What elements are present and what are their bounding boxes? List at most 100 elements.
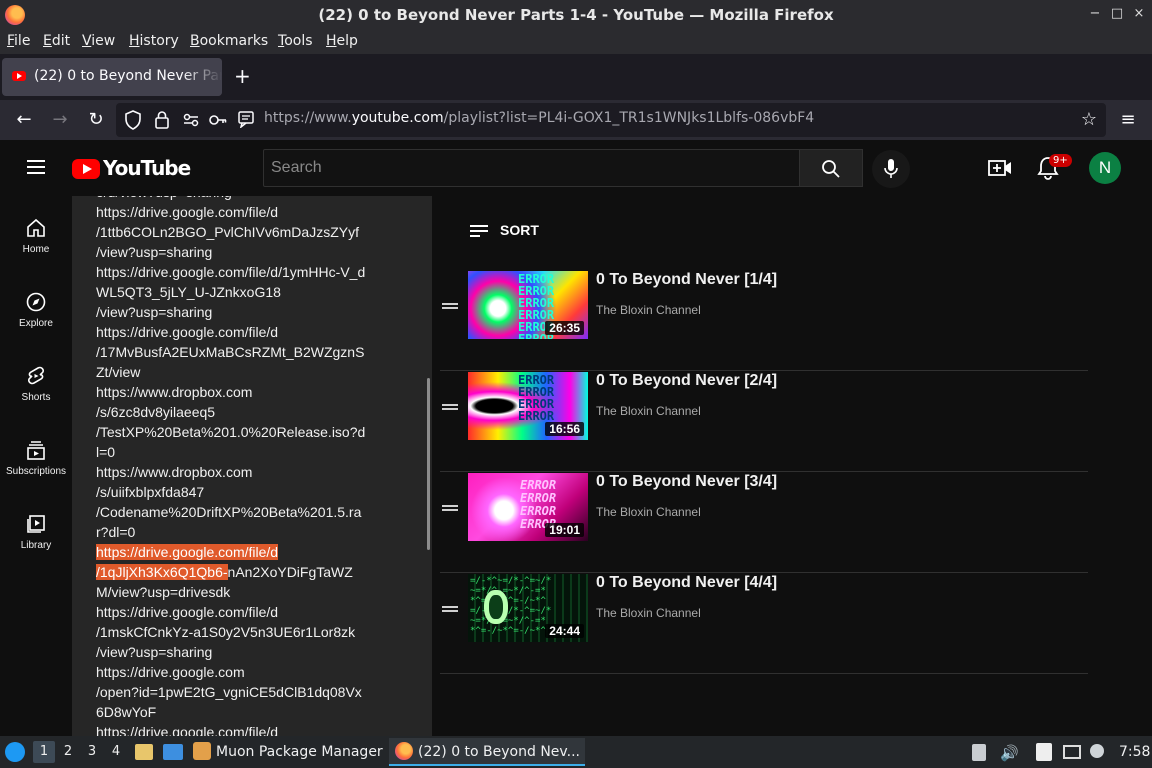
- task-firefox[interactable]: (22) 0 to Beyond Nev...: [389, 738, 585, 766]
- menu-edit[interactable]: Edit: [43, 33, 70, 49]
- lock-icon[interactable]: [154, 110, 170, 130]
- close-icon[interactable]: ×: [1130, 5, 1148, 23]
- clipboard-icon[interactable]: [972, 744, 986, 761]
- volume-icon[interactable]: 🔊: [1000, 744, 1019, 762]
- video-thumbnail[interactable]: ERROR ERROR ERROR ERROR 16:56: [468, 372, 588, 440]
- permissions-icon[interactable]: [182, 111, 200, 129]
- updates-icon[interactable]: [1090, 744, 1104, 758]
- youtube-header: YouTube Search 9+ N: [0, 140, 1152, 196]
- drag-handle-icon[interactable]: [442, 404, 458, 406]
- guide-menu-icon[interactable]: [27, 160, 45, 162]
- forward-icon[interactable]: →: [49, 109, 71, 130]
- video-title[interactable]: 0 To Beyond Never [1/4]: [596, 271, 777, 289]
- drag-handle-icon[interactable]: [442, 303, 458, 305]
- youtube-logo-text[interactable]: YouTube: [103, 156, 191, 180]
- subscriptions-icon: [27, 441, 45, 460]
- video-channel[interactable]: The Bloxin Channel: [596, 606, 701, 620]
- search-icon: [822, 160, 840, 178]
- menu-file[interactable]: File: [7, 33, 30, 49]
- reload-icon[interactable]: ↻: [85, 109, 107, 130]
- app-menu-icon[interactable]: ≡: [1117, 109, 1139, 130]
- shield-icon[interactable]: [124, 110, 142, 130]
- navigation-bar: ← → ↻ https://www.youtube.com/playlist?l…: [0, 100, 1152, 140]
- video-duration: 19:01: [545, 523, 584, 537]
- menu-history[interactable]: History: [129, 33, 179, 49]
- drag-handle-icon[interactable]: [442, 606, 458, 608]
- window-titlebar: (22) 0 to Beyond Never Parts 1-4 - YouTu…: [0, 0, 1152, 30]
- guide-label-library: Library: [20, 540, 52, 551]
- drag-handle-icon[interactable]: [442, 505, 458, 507]
- menu-help[interactable]: Help: [326, 33, 358, 49]
- file-manager-icon[interactable]: [135, 744, 153, 760]
- guide-item-shorts[interactable]: Shorts: [0, 366, 72, 403]
- desktop-1[interactable]: 1: [33, 741, 55, 763]
- description-text: o/d/view?usp=sharing https://drive.googl…: [96, 196, 366, 540]
- guide-item-subscriptions[interactable]: Subscriptions: [0, 440, 72, 477]
- compass-icon: [26, 292, 46, 312]
- application-launcher-icon[interactable]: [5, 742, 25, 762]
- url-scheme: https://www.: [264, 110, 352, 126]
- maximize-icon[interactable]: □: [1108, 5, 1126, 23]
- video-thumbnail[interactable]: ERROR ERROR ERROR ERROR ERROR ERROR 26:35: [468, 271, 588, 339]
- youtube-favicon-icon: [12, 71, 26, 81]
- page-info-icon[interactable]: [237, 110, 255, 128]
- network-icon[interactable]: [1063, 745, 1081, 759]
- video-title[interactable]: 0 To Beyond Never [4/4]: [596, 574, 777, 592]
- tab-youtube[interactable]: (22) 0 to Beyond Never Parts 1-4 - YouTu…: [2, 58, 222, 96]
- sort-button[interactable]: SORT: [470, 222, 539, 238]
- search-input[interactable]: Search: [263, 149, 800, 187]
- video-thumbnail[interactable]: =/-*^~=/*-^=~/* ~=*/^-=~*/^-=* *^=-/~*^=-/…: [468, 574, 588, 642]
- key-icon[interactable]: [208, 111, 228, 129]
- library-icon: [27, 515, 45, 533]
- video-channel[interactable]: The Bloxin Channel: [596, 505, 701, 519]
- task-label: Muon Package Manager: [216, 744, 383, 760]
- menu-view[interactable]: View: [82, 33, 115, 49]
- playlist-item[interactable]: ERROR ERROR ERROR ERROR ERROR ERROR 26:35 …: [440, 271, 1088, 371]
- guide-item-explore[interactable]: Explore: [0, 292, 72, 329]
- url-host: youtube.com: [351, 110, 444, 126]
- clock[interactable]: 7:58: [1119, 744, 1150, 760]
- microphone-icon: [884, 159, 898, 178]
- menu-bookmarks[interactable]: Bookmarks: [190, 33, 268, 49]
- show-desktop-icon[interactable]: [163, 744, 183, 760]
- guide-label-explore: Explore: [19, 318, 53, 329]
- guide-item-library[interactable]: Library: [0, 514, 72, 551]
- playlist-item[interactable]: ERROR ERROR ERROR ERROR 16:56 0 To Beyond…: [440, 372, 1088, 472]
- search-button[interactable]: [799, 149, 863, 187]
- bookmark-star-icon[interactable]: ☆: [1078, 109, 1100, 130]
- playlist-item[interactable]: =/-*^~=/*-^=~/* ~=*/^-=~*/^-=* *^=-/~*^=-/…: [440, 574, 1088, 674]
- menu-tools[interactable]: Tools: [278, 33, 313, 49]
- avatar[interactable]: N: [1089, 152, 1121, 184]
- guide-item-home[interactable]: Home: [0, 218, 72, 255]
- desktop-4[interactable]: 4: [105, 741, 127, 763]
- create-video-icon[interactable]: [988, 158, 1012, 178]
- url-text[interactable]: https://www.youtube.com/playlist?list=PL…: [264, 110, 814, 126]
- video-thumbnail[interactable]: ERROR ERROR ERROR ERROR 19:01: [468, 473, 588, 541]
- playlist-description-panel: o/d/view?usp=sharing https://drive.googl…: [72, 196, 432, 736]
- video-channel[interactable]: The Bloxin Channel: [596, 303, 701, 317]
- home-icon: [27, 218, 45, 237]
- voice-search-button[interactable]: [872, 150, 910, 188]
- task-label: (22) 0 to Beyond Nev...: [418, 744, 580, 760]
- playlist-item[interactable]: ERROR ERROR ERROR ERROR 19:01 0 To Beyond…: [440, 473, 1088, 573]
- task-muon[interactable]: Muon Package Manager: [193, 738, 383, 766]
- playlist-description: o/d/view?usp=sharing https://drive.googl…: [96, 196, 366, 736]
- video-title[interactable]: 0 To Beyond Never [3/4]: [596, 473, 777, 491]
- video-duration: 24:44: [545, 624, 584, 638]
- video-duration: 16:56: [545, 422, 584, 436]
- notes-icon[interactable]: [1036, 743, 1052, 761]
- back-icon[interactable]: ←: [13, 109, 35, 130]
- youtube-logo-icon[interactable]: [72, 159, 100, 179]
- minimize-icon[interactable]: −: [1086, 5, 1104, 23]
- guide-label-subscriptions: Subscriptions: [5, 466, 67, 477]
- package-icon: [193, 742, 211, 760]
- video-title[interactable]: 0 To Beyond Never [2/4]: [596, 372, 777, 390]
- video-channel[interactable]: The Bloxin Channel: [596, 404, 701, 418]
- url-path: /playlist?list=PL4i-GOX1_TR1s1WNJks1Lblf…: [443, 110, 815, 126]
- description-scrollbar[interactable]: [427, 378, 430, 550]
- desktop-3[interactable]: 3: [81, 741, 103, 763]
- desktop-2[interactable]: 2: [57, 741, 79, 763]
- new-tab-button[interactable]: +: [234, 64, 251, 88]
- tab-strip: (22) 0 to Beyond Never Parts 1-4 - YouTu…: [0, 54, 1152, 100]
- sort-icon: [470, 225, 488, 237]
